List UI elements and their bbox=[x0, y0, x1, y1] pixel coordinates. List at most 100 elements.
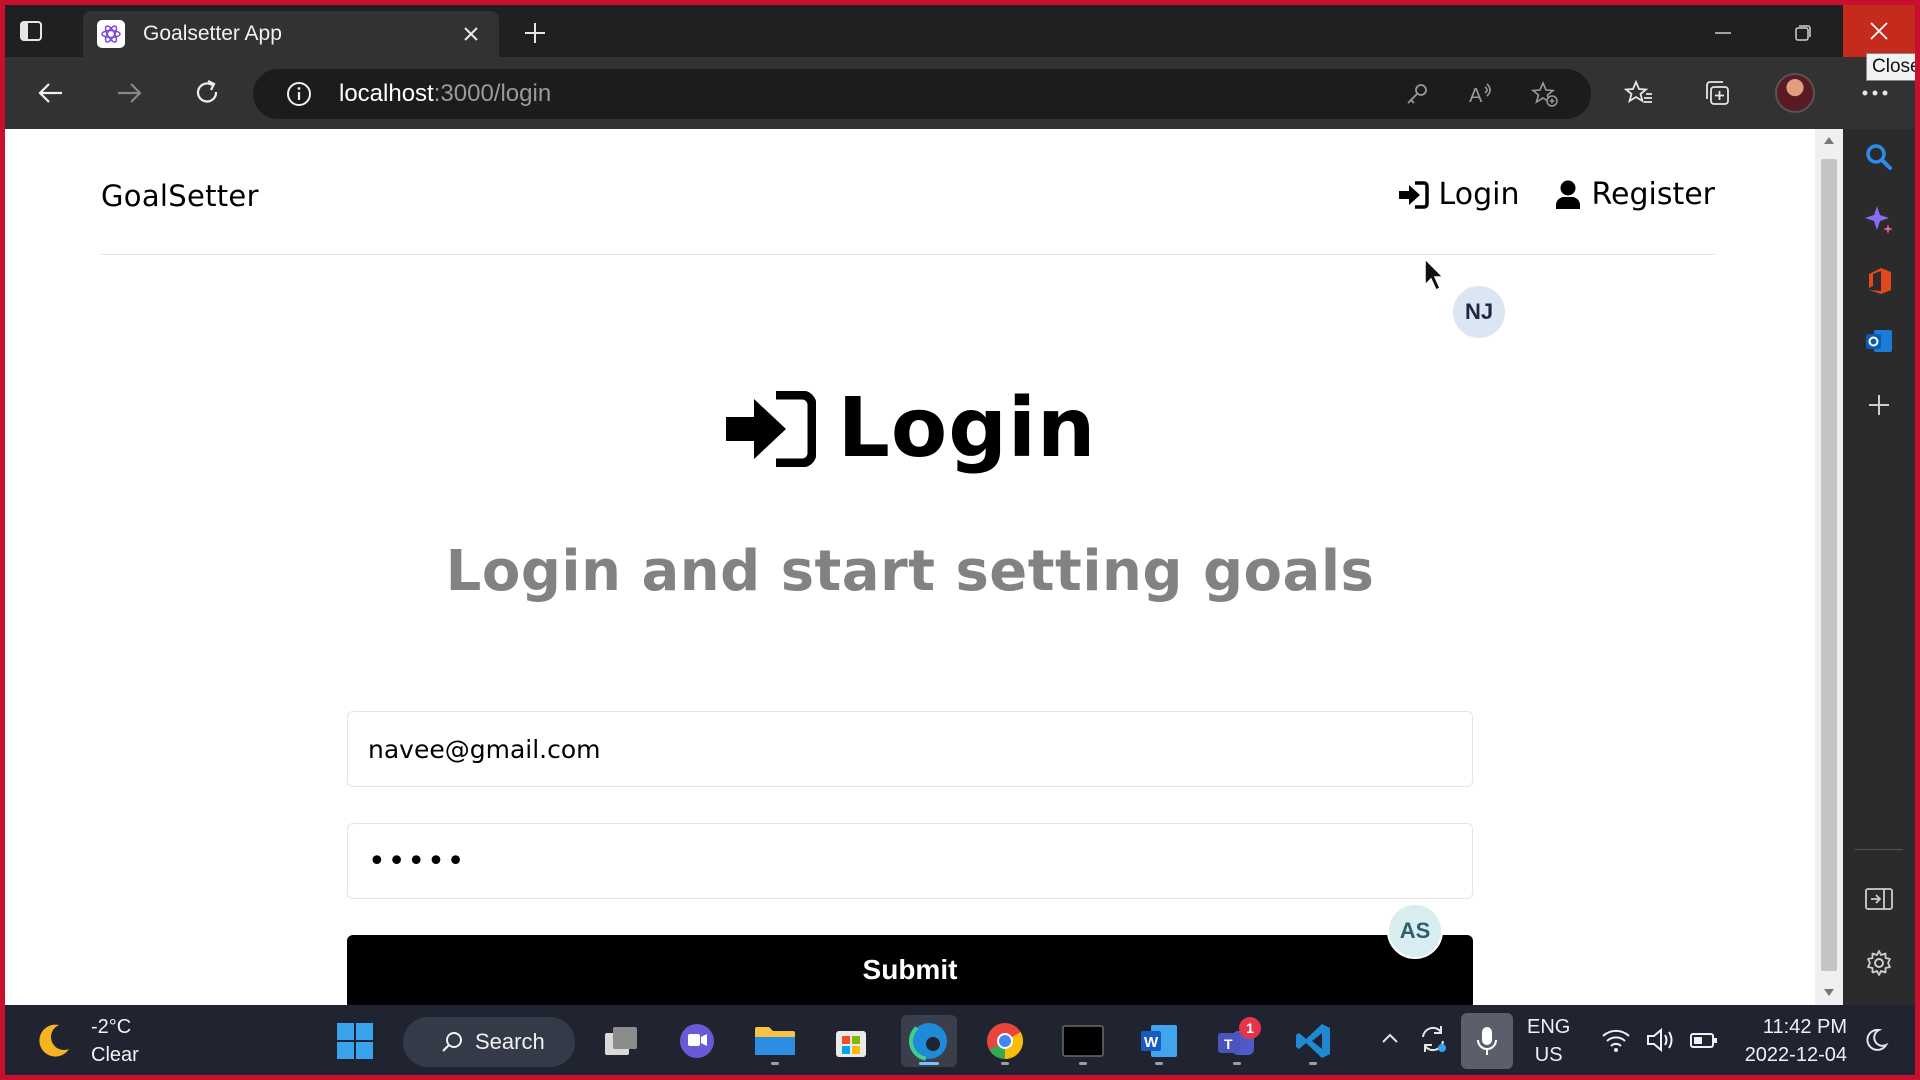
show-hidden-icons-icon[interactable] bbox=[1379, 1027, 1401, 1053]
weather-temperature: -2°C bbox=[91, 1016, 132, 1038]
sidebar-add-icon[interactable] bbox=[1857, 383, 1901, 427]
password-field[interactable] bbox=[347, 823, 1473, 899]
screen-frame: Goalsetter App Close bbox=[5, 5, 1915, 1075]
file-explorer-icon[interactable] bbox=[747, 1015, 803, 1067]
password-key-icon[interactable] bbox=[1401, 78, 1433, 110]
new-tab-icon[interactable] bbox=[515, 13, 555, 53]
sidebar-hide-icon[interactable] bbox=[1857, 877, 1901, 921]
collections-icon[interactable] bbox=[1695, 71, 1739, 115]
email-field[interactable] bbox=[347, 711, 1473, 787]
page-scrollbar[interactable] bbox=[1815, 129, 1843, 1005]
mouse-cursor-icon bbox=[1423, 257, 1447, 297]
system-clock[interactable]: 11:42 PM 2022-12-04 bbox=[1737, 1013, 1847, 1069]
url-host: localhost bbox=[339, 80, 434, 107]
sidebar-settings-icon[interactable] bbox=[1857, 941, 1901, 985]
sidebar-outlook-icon[interactable] bbox=[1857, 319, 1901, 363]
tab-title: Goalsetter App bbox=[143, 22, 282, 45]
close-tooltip: Close bbox=[1866, 53, 1915, 81]
edge-sidebar bbox=[1843, 129, 1915, 1005]
site-info-icon[interactable] bbox=[283, 78, 315, 110]
chrome-icon[interactable] bbox=[977, 1015, 1033, 1067]
task-view-icon[interactable] bbox=[593, 1015, 649, 1067]
edge-browser-icon[interactable] bbox=[901, 1015, 957, 1067]
weather-widget[interactable]: -2°C Clear bbox=[33, 1013, 139, 1069]
tab-close-icon[interactable] bbox=[457, 20, 485, 48]
battery-icon bbox=[1690, 1033, 1717, 1048]
nav-login-label: Login bbox=[1438, 177, 1520, 212]
moon-icon bbox=[39, 1024, 69, 1057]
language-indicator[interactable]: ENG US bbox=[1527, 1013, 1570, 1069]
clock-date: 2022-12-04 bbox=[1744, 1044, 1847, 1066]
browser-toolbar: localhost:3000/login A bbox=[5, 57, 1915, 129]
react-logo-icon bbox=[97, 20, 125, 48]
running-indicator bbox=[1079, 1062, 1087, 1065]
running-indicator bbox=[1309, 1062, 1317, 1065]
teams-icon[interactable]: T 1 bbox=[1209, 1015, 1265, 1067]
vscode-icon[interactable] bbox=[1285, 1015, 1341, 1067]
sidebar-office-icon[interactable] bbox=[1857, 259, 1901, 303]
taskbar-search[interactable]: Search bbox=[403, 1017, 575, 1067]
main-nav: Login Register bbox=[1397, 165, 1715, 212]
tab-actions-icon[interactable] bbox=[13, 13, 49, 49]
scroll-down-arrow-icon[interactable] bbox=[1824, 989, 1834, 996]
windows-logo-icon bbox=[337, 1023, 373, 1059]
weather-condition: Clear bbox=[91, 1044, 139, 1066]
restore-icon[interactable] bbox=[1775, 13, 1831, 53]
sign-in-icon bbox=[1398, 180, 1429, 209]
running-indicator bbox=[919, 1062, 939, 1065]
page-title: Login bbox=[837, 381, 1097, 476]
close-window-icon[interactable] bbox=[1843, 5, 1915, 57]
wifi-icon bbox=[1602, 1029, 1630, 1052]
running-indicator bbox=[1155, 1062, 1163, 1065]
nav-register-link[interactable]: Register bbox=[1555, 177, 1715, 212]
sign-in-icon bbox=[725, 390, 816, 467]
nav-login-link[interactable]: Login bbox=[1397, 177, 1520, 212]
svg-text:A: A bbox=[1469, 85, 1483, 107]
sync-icon[interactable] bbox=[1417, 1023, 1449, 1059]
address-bar[interactable]: localhost:3000/login A bbox=[253, 69, 1591, 119]
focus-assist-icon[interactable] bbox=[1863, 1027, 1889, 1057]
taskbar-search-label: Search bbox=[475, 1029, 545, 1054]
brand-logo[interactable]: GoalSetter bbox=[101, 165, 259, 213]
system-tray[interactable] bbox=[1601, 1027, 1719, 1053]
windows-taskbar: -2°C Clear Search W T 1 ENG US 11:42 PM … bbox=[5, 1005, 1915, 1075]
forward-arrow-icon[interactable] bbox=[105, 69, 153, 117]
search-icon bbox=[442, 1032, 462, 1052]
scroll-up-arrow-icon[interactable] bbox=[1824, 137, 1834, 144]
sidebar-divider bbox=[1855, 849, 1903, 850]
running-indicator bbox=[1233, 1062, 1241, 1065]
user-icon bbox=[1556, 180, 1581, 209]
notification-badge: 1 bbox=[1239, 1017, 1261, 1039]
scroll-thumb[interactable] bbox=[1821, 159, 1837, 971]
terminal-icon[interactable] bbox=[1055, 1015, 1111, 1067]
running-indicator bbox=[771, 1062, 779, 1065]
svg-text:T: T bbox=[1224, 1036, 1233, 1052]
add-favorite-icon[interactable] bbox=[1529, 78, 1561, 110]
word-icon[interactable]: W bbox=[1131, 1015, 1187, 1067]
back-arrow-icon[interactable] bbox=[27, 69, 75, 117]
page-viewport: GoalSetter Login Register NJ Login Login… bbox=[5, 129, 1815, 1005]
microphone-icon[interactable] bbox=[1461, 1013, 1513, 1069]
sidebar-discover-icon[interactable] bbox=[1857, 197, 1901, 241]
tab-goalsetter[interactable]: Goalsetter App bbox=[83, 11, 499, 57]
page-heading: Login bbox=[5, 381, 1815, 476]
sidebar-search-icon[interactable] bbox=[1857, 135, 1901, 179]
refresh-icon[interactable] bbox=[183, 69, 231, 117]
volume-icon bbox=[1647, 1027, 1673, 1053]
language-code: ENG bbox=[1527, 1016, 1571, 1038]
start-button[interactable] bbox=[327, 1015, 383, 1067]
nav-register-label: Register bbox=[1591, 177, 1715, 212]
page-subtitle: Login and start setting goals bbox=[445, 539, 1375, 604]
language-region: US bbox=[1534, 1044, 1563, 1066]
submit-button[interactable]: Submit bbox=[347, 935, 1473, 1005]
running-indicator bbox=[1001, 1062, 1009, 1065]
favorites-icon[interactable] bbox=[1617, 71, 1661, 115]
url-path: :3000/login bbox=[433, 80, 552, 107]
minimize-icon[interactable] bbox=[1695, 13, 1751, 53]
read-aloud-icon[interactable]: A bbox=[1465, 78, 1497, 110]
ms-store-icon[interactable] bbox=[823, 1015, 879, 1067]
profile-avatar[interactable] bbox=[1775, 73, 1815, 113]
teams-chat-icon[interactable] bbox=[669, 1015, 725, 1067]
tab-strip: Goalsetter App bbox=[5, 5, 1915, 57]
url-text: localhost:3000/login bbox=[339, 80, 551, 108]
